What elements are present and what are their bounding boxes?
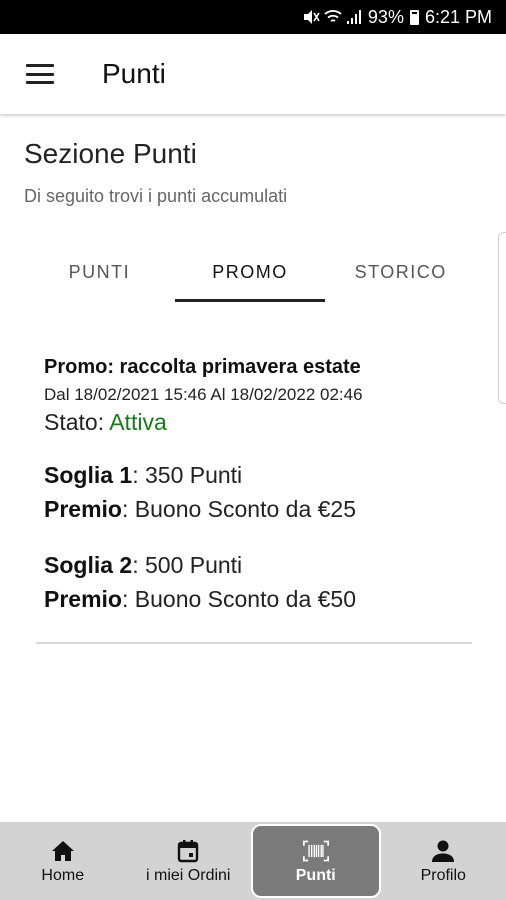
app-bar: Punti bbox=[0, 34, 506, 114]
prize-value: : Buono Sconto da €25 bbox=[121, 496, 357, 522]
person-icon bbox=[430, 838, 456, 864]
barcode-icon bbox=[302, 838, 329, 864]
threshold-1: Soglia 1: 350 Punti Premio: Buono Sconto… bbox=[44, 458, 474, 526]
side-drawer-handle[interactable] bbox=[498, 232, 506, 404]
status-bar: 93% 6:21 PM bbox=[0, 0, 506, 34]
battery-icon bbox=[409, 9, 419, 25]
prize-label: Premio bbox=[44, 496, 122, 522]
hamburger-menu-icon[interactable] bbox=[26, 64, 54, 84]
nav-ordini-label: i miei Ordini bbox=[146, 866, 231, 884]
promo-state-value: Attiva bbox=[109, 409, 167, 435]
wifi-icon bbox=[324, 10, 342, 22]
threshold-2: Soglia 2: 500 Punti Premio: Buono Sconto… bbox=[44, 548, 474, 616]
signal-icon bbox=[346, 10, 361, 24]
app-title: Punti bbox=[102, 58, 166, 89]
tab-promo[interactable]: PROMO bbox=[174, 240, 326, 304]
nav-home-label: Home bbox=[41, 866, 85, 884]
calendar-icon bbox=[175, 838, 201, 864]
threshold-label: Soglia 2 bbox=[44, 552, 133, 578]
bottom-navigation: Home i miei Ordini Punti Profilo bbox=[0, 822, 506, 900]
threshold-label: Soglia 1 bbox=[44, 462, 133, 488]
nav-profilo[interactable]: Profilo bbox=[381, 822, 506, 900]
promo-state: Stato: Attiva bbox=[44, 409, 474, 436]
prize-label: Premio bbox=[44, 586, 122, 612]
threshold-points: : 350 Punti bbox=[132, 462, 243, 488]
battery-percent: 93% bbox=[367, 6, 404, 27]
tab-punti[interactable]: PUNTI bbox=[24, 240, 175, 304]
nav-profilo-label: Profilo bbox=[420, 866, 466, 884]
tab-storico[interactable]: STORICO bbox=[325, 240, 476, 304]
promo-dates: Dal 18/02/2021 15:46 Al 18/02/2022 02:46 bbox=[44, 385, 363, 404]
nav-ordini[interactable]: i miei Ordini bbox=[126, 822, 252, 900]
prize-value: : Buono Sconto da €50 bbox=[121, 586, 357, 612]
home-icon bbox=[50, 838, 76, 864]
clock: 6:21 PM bbox=[424, 6, 492, 27]
nav-punti[interactable]: Punti bbox=[251, 824, 381, 898]
mute-icon bbox=[303, 10, 320, 24]
threshold-points: : 500 Punti bbox=[132, 552, 243, 578]
section-subtitle: Di seguito trovi i punti accumulati bbox=[24, 186, 288, 206]
status-icons bbox=[302, 9, 362, 25]
nav-home[interactable]: Home bbox=[0, 822, 126, 900]
divider bbox=[36, 642, 472, 644]
promo-card: Promo: raccolta primavera estate Dal 18/… bbox=[44, 356, 474, 616]
promo-title: Promo: raccolta primavera estate bbox=[44, 356, 361, 378]
promo-state-label: Stato: bbox=[44, 409, 110, 435]
section-title: Sezione Punti bbox=[24, 138, 197, 169]
nav-punti-label: Punti bbox=[295, 866, 336, 884]
tab-bar: PUNTI PROMO STORICO bbox=[24, 240, 476, 304]
